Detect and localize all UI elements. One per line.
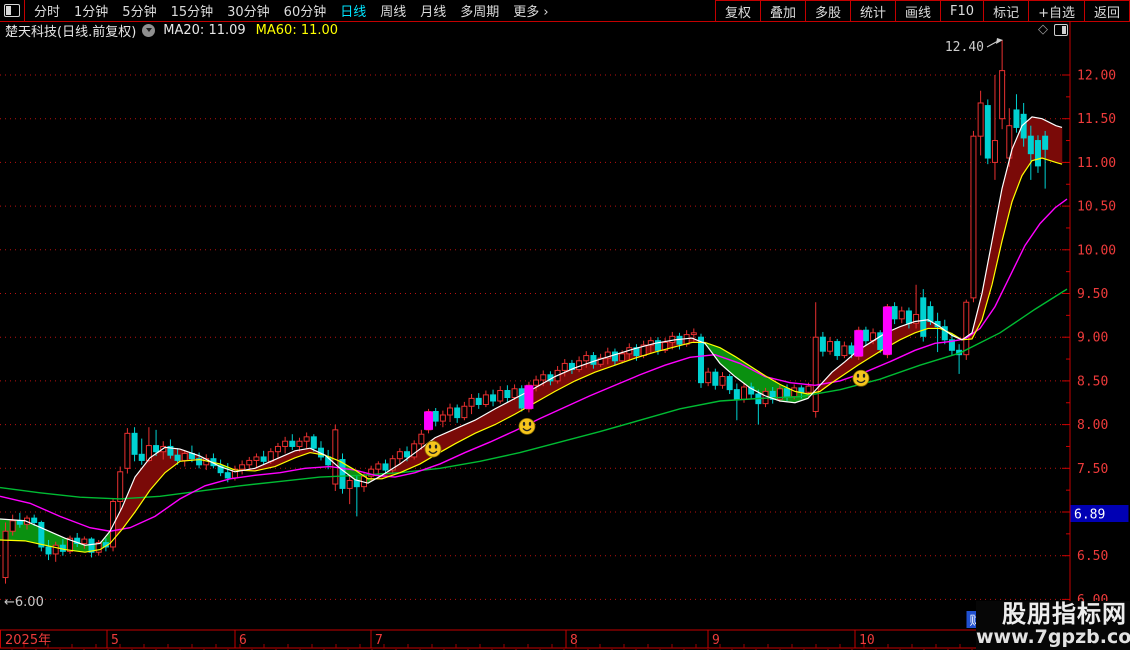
svg-text:10.00: 10.00 — [1077, 243, 1116, 258]
panel-right-icon[interactable] — [1054, 23, 1068, 36]
smiley-signal-icon — [424, 440, 442, 458]
peak-price-label: 12.40 — [945, 40, 984, 55]
top-right-item-6[interactable]: 标记 — [983, 0, 1028, 22]
svg-text:6.89: 6.89 — [1074, 508, 1105, 523]
top-right-item-0[interactable]: 复权 — [714, 0, 760, 22]
svg-text:2025年: 2025年 — [5, 633, 51, 648]
annotations: 12.40←6.006.89财 — [4, 38, 1129, 628]
panel-left-icon — [4, 4, 20, 17]
top-right-item-4[interactable]: 画线 — [895, 0, 940, 22]
price-axis: 12.00 11.50 11.00 10.50 10.00 9.50 9.00 8.50 8.0… — [1062, 22, 1116, 630]
top-menu-item-7[interactable]: 周线 — [375, 1, 411, 20]
alert-line-label: ←6.00 — [4, 595, 44, 610]
top-right-item-5[interactable]: F10 — [940, 0, 983, 22]
date-axis: 2025年 5 6 7 8 9 10 — [0, 629, 1130, 650]
top-menu-item-5[interactable]: 60分钟 — [279, 1, 332, 20]
svg-text:8.00: 8.00 — [1077, 418, 1108, 433]
top-menu-item-8[interactable]: 月线 — [415, 1, 451, 20]
top-right-item-3[interactable]: 统计 — [850, 0, 895, 22]
top-menu-item-3[interactable]: 15分钟 — [166, 1, 219, 20]
svg-text:8.50: 8.50 — [1077, 374, 1108, 389]
ma-band — [0, 116, 1063, 553]
top-menu-item-1[interactable]: 1分钟 — [69, 1, 113, 20]
top-right-item-1[interactable]: 叠加 — [759, 0, 805, 22]
svg-text:12.00: 12.00 — [1077, 69, 1116, 84]
svg-text:11.00: 11.00 — [1077, 156, 1116, 171]
ma60-value: MA60: 11.00 — [255, 23, 339, 38]
svg-text:7.50: 7.50 — [1077, 462, 1108, 477]
svg-text:5: 5 — [111, 633, 119, 648]
top-menu-item-10[interactable]: 更多 › — [508, 1, 553, 20]
top-right-item-7[interactable]: +自选 — [1028, 0, 1084, 22]
watermark: 股朋指标网 www.7gpzb.com — [976, 601, 1130, 650]
diamond-icon[interactable]: ◇ — [1038, 23, 1048, 36]
svg-text:7: 7 — [375, 633, 383, 648]
top-menu-item-0[interactable]: 分时 — [29, 1, 65, 20]
tools-menu: 复权 叠加 多股 统计 画线 F10 标记 +自选 返回 — [714, 0, 1130, 22]
top-right-item-8[interactable]: 返回 — [1083, 0, 1130, 22]
ma20-value: MA20: 11.09 — [163, 23, 246, 38]
top-right-item-2[interactable]: 多股 — [804, 0, 850, 22]
svg-text:8: 8 — [570, 633, 578, 648]
svg-text:10.50: 10.50 — [1077, 200, 1116, 215]
gridlines — [0, 74, 1068, 600]
top-menu-item-9[interactable]: 多周期 — [455, 1, 504, 20]
period-menu: 分时 1分钟 5分钟 15分钟 30分钟 60分钟 日线 周线 月线 多周期 更多 › — [27, 1, 556, 20]
chart-canvas[interactable]: 12.00 11.50 11.00 10.50 10.00 9.50 9.00 8.50 8.0… — [0, 0, 1130, 650]
svg-text:9.00: 9.00 — [1077, 331, 1108, 346]
top-menu-item-6[interactable]: 日线 — [335, 1, 371, 20]
top-menu-bar: 分时 1分钟 5分钟 15分钟 30分钟 60分钟 日线 周线 月线 多周期 更多 › 复权 叠加 多股… — [0, 0, 1130, 22]
smiley-signal-icon — [518, 417, 536, 435]
svg-text:11.50: 11.50 — [1077, 112, 1116, 127]
chevron-down-icon[interactable] — [142, 24, 156, 37]
svg-text:9.50: 9.50 — [1077, 287, 1108, 302]
top-menu-item-2[interactable]: 5分钟 — [117, 1, 161, 20]
svg-text:6.50: 6.50 — [1077, 549, 1108, 564]
watermark-site-name: 股朋指标网 — [1002, 600, 1127, 628]
app-window: 12.00 11.50 11.00 10.50 10.00 9.50 9.00 8.50 8.0… — [0, 0, 1130, 650]
svg-text:9: 9 — [712, 633, 720, 648]
stock-title: 楚天科技(日线.前复权) — [5, 25, 137, 40]
svg-text:10: 10 — [859, 633, 875, 648]
info-bar: 楚天科技(日线.前复权) MA20: 11.09 MA60: 11.00 ◇ — [0, 22, 1130, 40]
smiley-signal-icon — [852, 369, 870, 387]
window-layout-button[interactable] — [0, 0, 25, 21]
watermark-url: www.7gpzb.com — [976, 626, 1130, 648]
top-menu-item-4[interactable]: 30分钟 — [222, 1, 275, 20]
